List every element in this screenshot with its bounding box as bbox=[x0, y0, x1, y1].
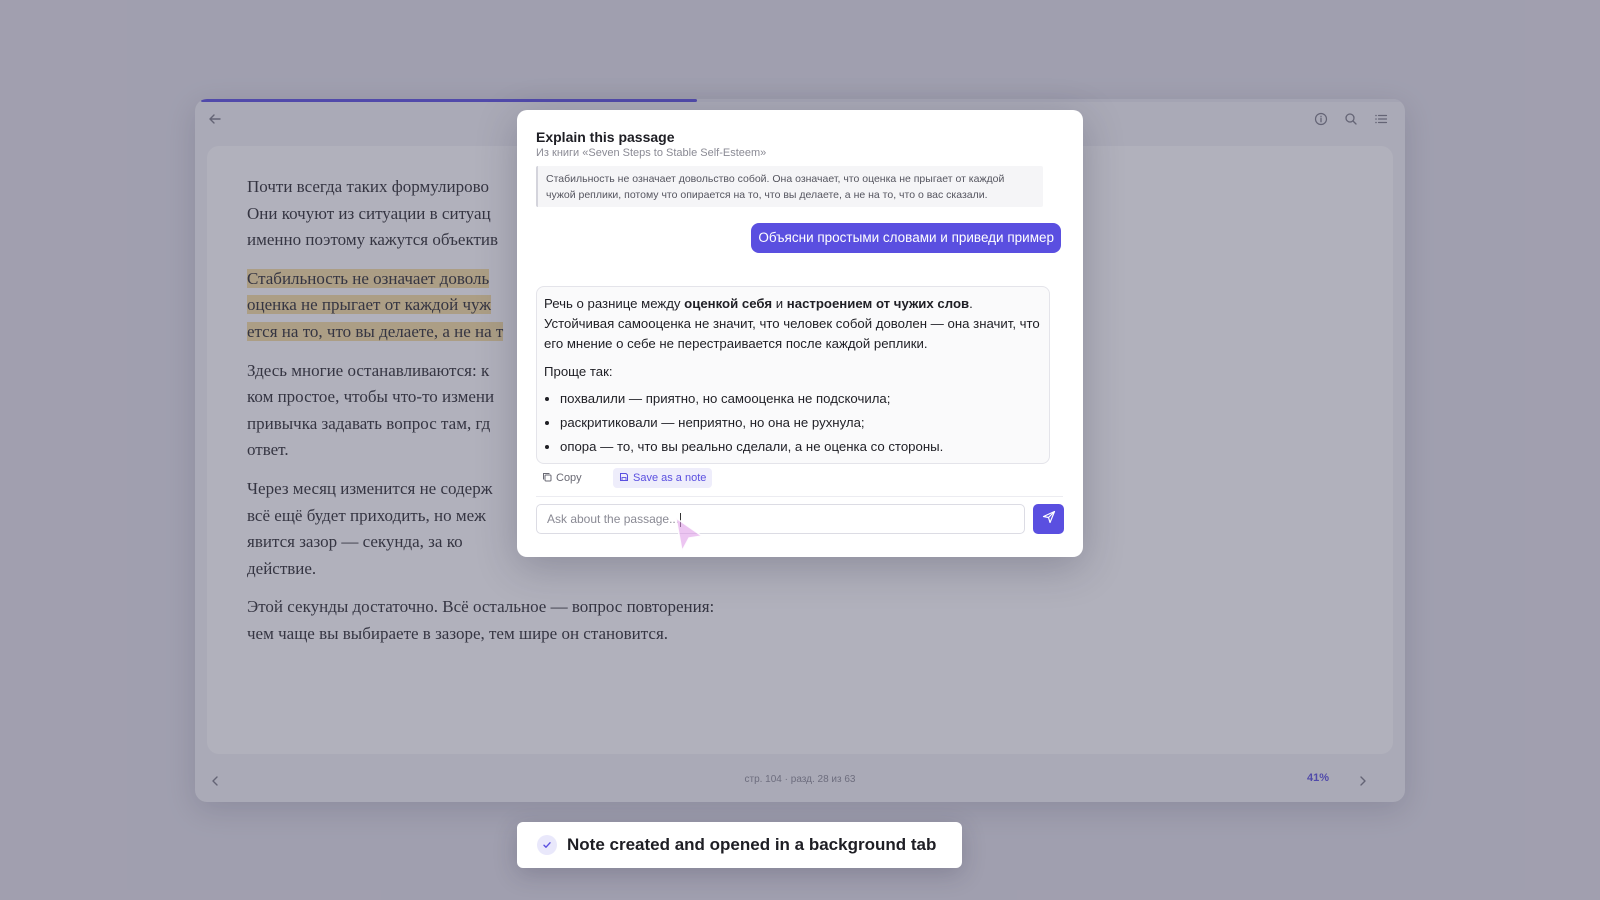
copy-button[interactable]: Copy bbox=[536, 468, 588, 488]
list-item: похвалили — приятно, но самооценка не по… bbox=[560, 389, 1042, 409]
toast-notification: Note created and opened in a background … bbox=[517, 822, 962, 868]
save-icon bbox=[619, 472, 629, 485]
list-item: раскритиковали — неприятно, но она не ру… bbox=[560, 413, 1042, 433]
list-item: опора — то, что вы реально сделали, а не… bbox=[560, 437, 1042, 457]
dialog-subtitle: Из книги «Seven Steps to Stable Self-Est… bbox=[536, 147, 767, 159]
quoted-passage: Стабильность не означает довольство собо… bbox=[536, 166, 1043, 207]
explain-dialog: Explain this passage Из книги «Seven Ste… bbox=[517, 110, 1083, 557]
copy-icon bbox=[542, 472, 552, 485]
save-as-note-button[interactable]: Save as a note bbox=[613, 468, 713, 488]
assistant-answer: Речь о разнице между оценкой себя и наст… bbox=[536, 286, 1050, 464]
check-icon bbox=[537, 835, 557, 855]
toast-message: Note created and opened in a background … bbox=[567, 835, 937, 854]
answer-intro: Речь о разнице между оценкой себя и наст… bbox=[544, 296, 1040, 352]
answer-lead: Проще так: bbox=[544, 363, 613, 379]
send-icon bbox=[1042, 510, 1056, 529]
user-message-bubble: Объясни простыми словами и приведи приме… bbox=[751, 223, 1061, 253]
send-button[interactable] bbox=[1033, 504, 1064, 534]
answer-bullet-list: похвалили — приятно, но самооценка не по… bbox=[544, 389, 1042, 457]
dialog-divider bbox=[536, 496, 1063, 497]
ask-input[interactable]: Ask about the passage... bbox=[536, 504, 1025, 534]
mouse-cursor-icon bbox=[672, 516, 706, 559]
dialog-title: Explain this passage bbox=[536, 129, 675, 145]
